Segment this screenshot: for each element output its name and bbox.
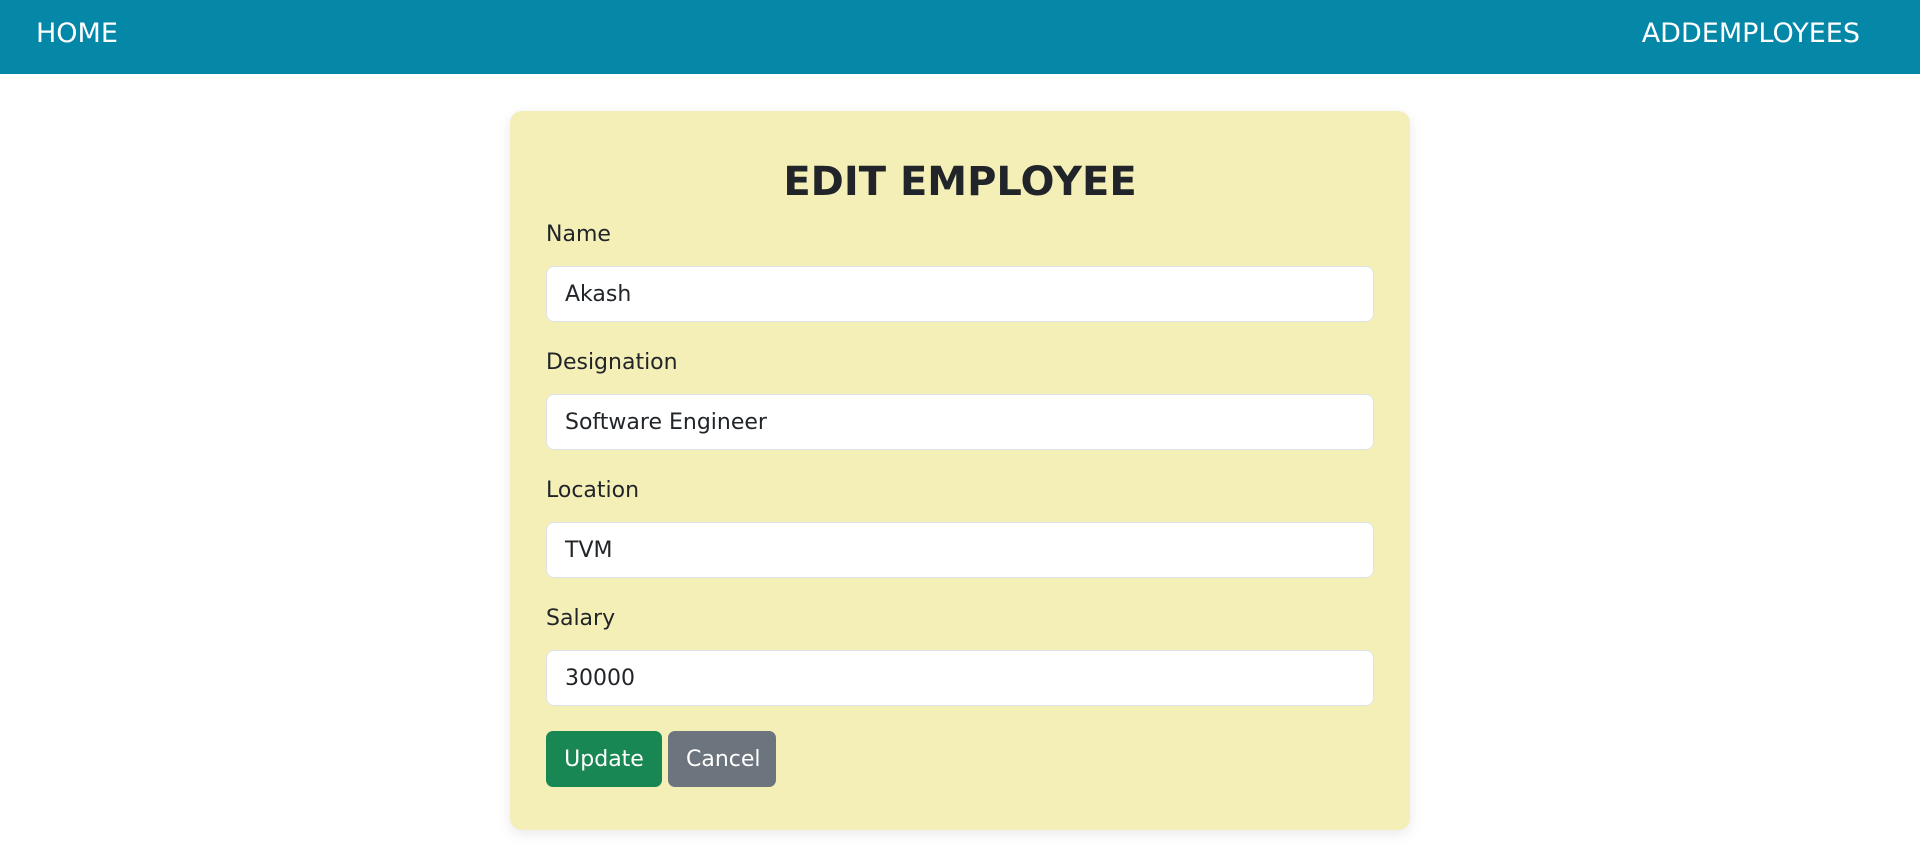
page-title: EDIT EMPLOYEE	[783, 159, 1137, 205]
name-input[interactable]	[546, 266, 1374, 322]
nav-home-link[interactable]: HOME	[36, 17, 118, 51]
salary-label: Salary	[546, 606, 616, 631]
name-label: Name	[546, 222, 611, 247]
salary-input[interactable]	[546, 650, 1374, 706]
update-button[interactable]: Update	[546, 731, 662, 787]
top-navbar: HOME ADDEMPLOYEES	[0, 0, 1920, 74]
cancel-button[interactable]: Cancel	[668, 731, 776, 787]
edit-employee-card: EDIT EMPLOYEE Name Designation Location …	[510, 111, 1410, 830]
nav-add-employees-link[interactable]: ADDEMPLOYEES	[1642, 17, 1860, 51]
location-input[interactable]	[546, 522, 1374, 578]
designation-input[interactable]	[546, 394, 1374, 450]
location-label: Location	[546, 478, 640, 503]
designation-label: Designation	[546, 350, 678, 375]
